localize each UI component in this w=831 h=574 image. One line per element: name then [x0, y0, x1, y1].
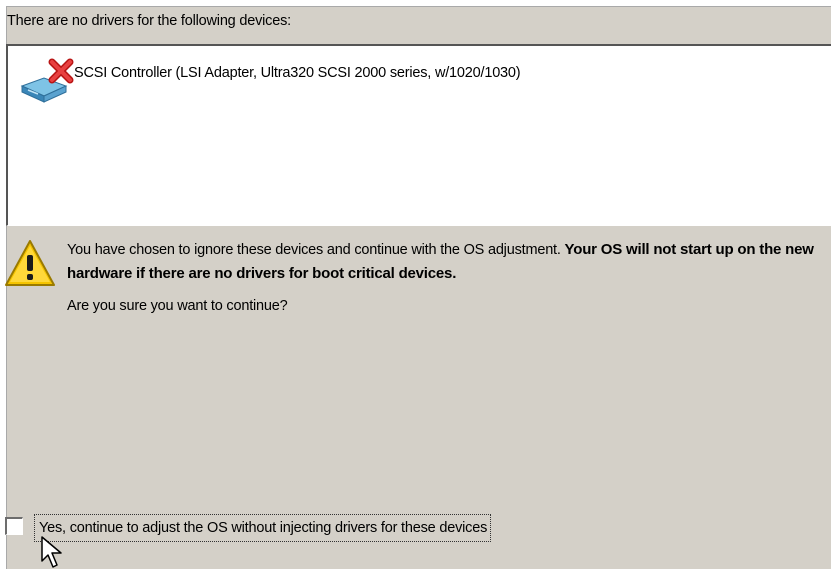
confirm-question: Are you sure you want to continue?: [67, 298, 288, 314]
device-label: SCSI Controller (LSI Adapter, Ultra320 S…: [74, 65, 521, 81]
confirm-checkbox-label[interactable]: Yes, continue to adjust the OS without i…: [34, 514, 492, 542]
missing-drivers-heading: There are no drivers for the following d…: [7, 13, 291, 29]
warning-icon: [4, 237, 56, 289]
mouse-cursor-icon: [40, 535, 66, 569]
confirm-checkbox[interactable]: [5, 517, 23, 535]
device-list[interactable]: SCSI Controller (LSI Adapter, Ultra320 S…: [6, 44, 831, 226]
warning-text-normal: You have chosen to ignore these devices …: [67, 242, 565, 258]
warning-message: You have chosen to ignore these devices …: [67, 238, 831, 286]
list-item[interactable]: SCSI Controller (LSI Adapter, Ultra320 S…: [18, 56, 521, 104]
scsi-controller-error-icon: [18, 56, 74, 104]
